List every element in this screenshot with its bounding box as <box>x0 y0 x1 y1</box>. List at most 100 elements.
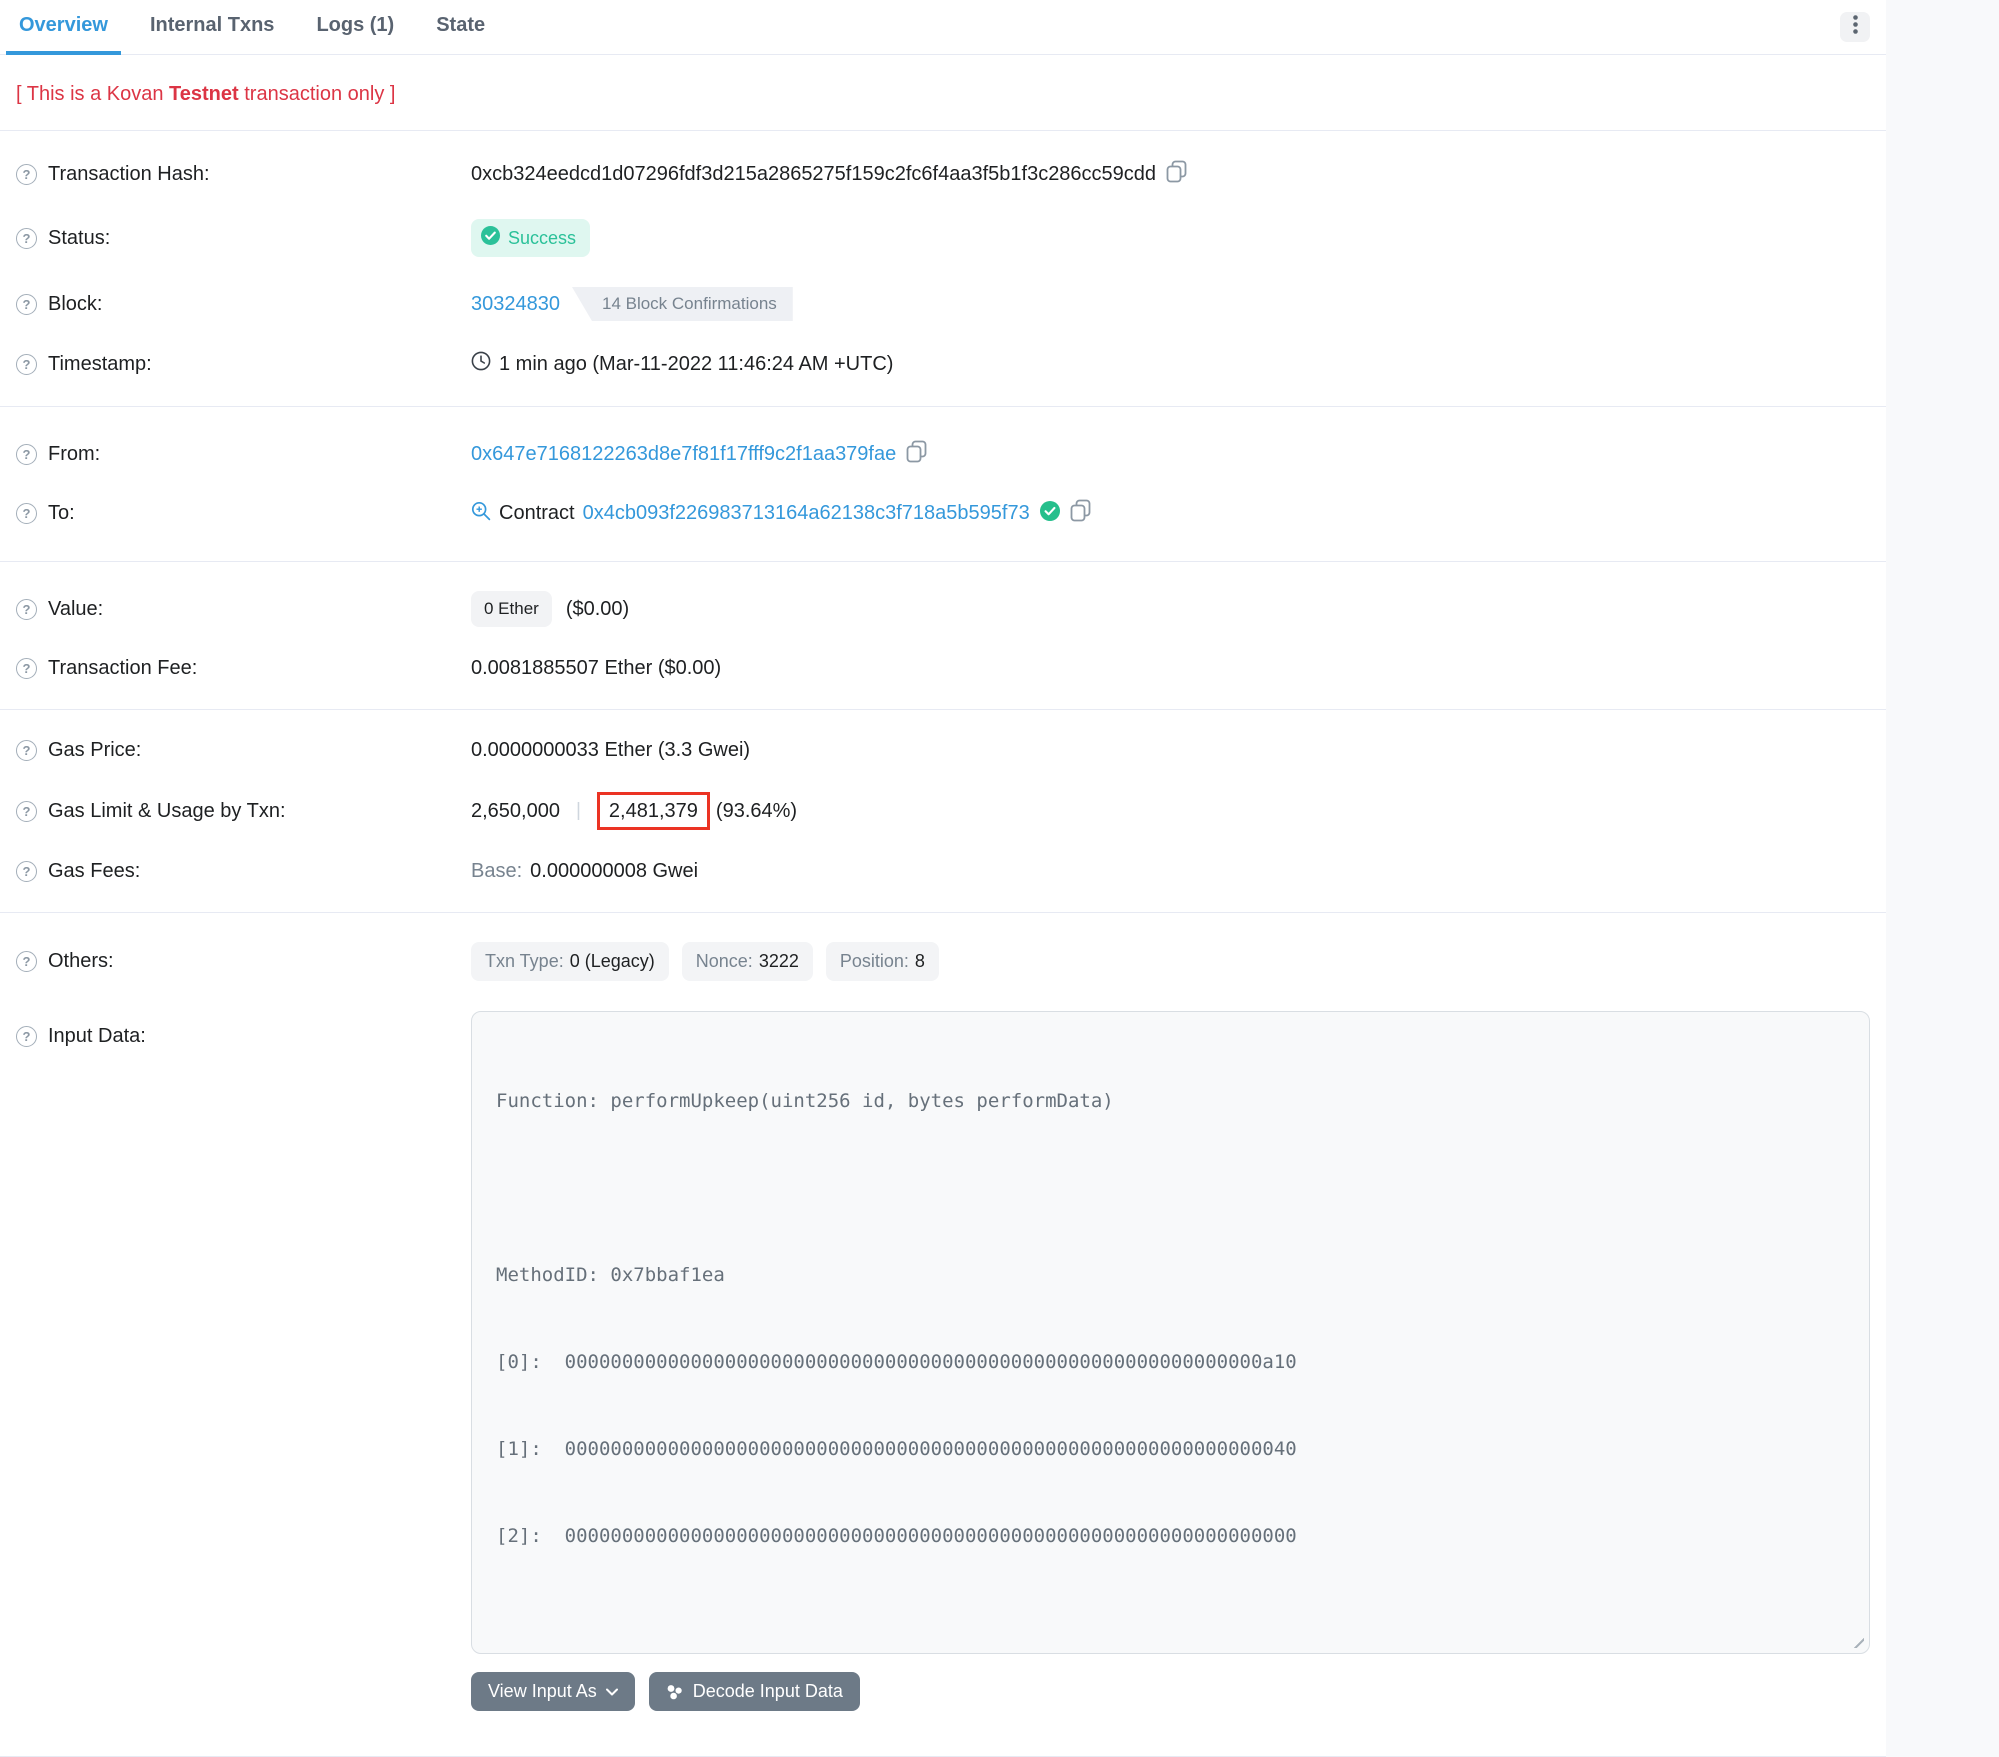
copy-from-address-button[interactable] <box>906 440 927 469</box>
help-icon[interactable] <box>16 503 37 524</box>
help-icon[interactable] <box>16 1026 37 1047</box>
input-data-actions: View Input As Decode Input Data <box>471 1672 1870 1711</box>
row-label-text: Others: <box>48 950 114 973</box>
badge-value: 0 (Legacy) <box>570 951 655 972</box>
input-function-line: Function: performUpkeep(uint256 id, byte… <box>496 1087 1845 1116</box>
decode-input-data-button[interactable]: Decode Input Data <box>649 1672 860 1711</box>
row-value: Value: 0 Ether ($0.00) <box>16 576 1870 642</box>
timestamp-value: 1 min ago (Mar-11-2022 11:46:24 AM +UTC) <box>499 353 893 376</box>
row-gas-fees: Gas Fees: Base: 0.000000008 Gwei <box>16 845 1870 898</box>
tab-overview[interactable]: Overview <box>6 0 121 55</box>
gas-used-highlight-box: 2,481,379 <box>597 792 710 830</box>
transaction-details-card: Overview Internal Txns Logs (1) State [ … <box>0 0 1886 1757</box>
help-icon[interactable] <box>16 740 37 761</box>
from-address-link[interactable]: 0x647e7168122263d8e7f81f17fff9c2f1aa379f… <box>471 443 896 466</box>
verified-contract-icon <box>1040 501 1060 527</box>
row-label-text: Input Data: <box>48 1025 146 1048</box>
row-to: To: Contract 0x4cb093f226983713164a62138… <box>16 484 1870 543</box>
copy-hash-button[interactable] <box>1166 160 1187 189</box>
row-label-text: From: <box>48 443 100 466</box>
help-icon[interactable] <box>16 951 37 972</box>
row-label-text: Transaction Fee: <box>48 657 197 680</box>
input-methodid-line: MethodID: 0x7bbaf1ea <box>496 1261 1845 1290</box>
input-param-line: [1]: 00000000000000000000000000000000000… <box>496 1435 1845 1464</box>
status-badge: Success <box>471 219 590 257</box>
row-input-data: Input Data: Function: performUpkeep(uint… <box>16 996 1870 1726</box>
transaction-hash-value: 0xcb324eedcd1d07296fdf3d215a2865275f159c… <box>471 163 1156 186</box>
input-data-textarea[interactable]: Function: performUpkeep(uint256 id, byte… <box>471 1011 1870 1654</box>
testnet-warning: [ This is a Kovan Testnet transaction on… <box>0 55 1886 131</box>
section-others-input: Others: Txn Type: 0 (Legacy) Nonce: 3222… <box>0 913 1886 1757</box>
badge-key: Position: <box>840 951 909 972</box>
section-parties: From: 0x647e7168122263d8e7f81f17fff9c2f1… <box>0 407 1886 562</box>
status-badge-text: Success <box>508 228 576 249</box>
row-transaction-fee: Transaction Fee: 0.0081885507 Ether ($0.… <box>16 642 1870 695</box>
help-icon[interactable] <box>16 354 37 375</box>
magnifier-icon <box>471 501 491 527</box>
badge-key: Txn Type: <box>485 951 564 972</box>
gas-limit-value: 2,650,000 <box>471 800 560 823</box>
gas-fees-base-label: Base: <box>471 860 522 883</box>
copy-icon <box>1166 160 1187 189</box>
txn-type-badge: Txn Type: 0 (Legacy) <box>471 942 669 981</box>
gas-limit-separator: | <box>576 800 581 822</box>
copy-icon <box>906 440 927 469</box>
help-icon[interactable] <box>16 294 37 315</box>
section-gas: Gas Price: 0.0000000033 Ether (3.3 Gwei)… <box>0 710 1886 913</box>
help-icon[interactable] <box>16 228 37 249</box>
row-label-text: Block: <box>48 293 102 316</box>
gas-fees-base-value: 0.000000008 Gwei <box>530 860 698 883</box>
gas-used-value: 2,481,379 <box>609 800 698 822</box>
decode-icon <box>666 1683 684 1701</box>
row-transaction-hash: Transaction Hash: 0xcb324eedcd1d07296fdf… <box>16 145 1870 204</box>
help-icon[interactable] <box>16 658 37 679</box>
warning-suffix: transaction only ] <box>239 83 396 105</box>
row-label-text: Transaction Hash: <box>48 163 210 186</box>
help-icon[interactable] <box>16 599 37 620</box>
block-number-link[interactable]: 30324830 <box>471 293 560 316</box>
decompile-contract-button[interactable] <box>471 501 491 527</box>
help-icon[interactable] <box>16 861 37 882</box>
more-options-button[interactable] <box>1840 12 1870 42</box>
row-others: Others: Txn Type: 0 (Legacy) Nonce: 3222… <box>16 927 1870 996</box>
section-summary: Transaction Hash: 0xcb324eedcd1d07296fdf… <box>0 131 1886 407</box>
kebab-icon <box>1853 15 1858 39</box>
badge-key: Nonce: <box>696 951 753 972</box>
blank-line <box>496 1174 1845 1203</box>
row-block: Block: 30324830 14 Block Confirmations <box>16 272 1870 336</box>
row-label-text: Gas Limit & Usage by Txn: <box>48 800 286 823</box>
row-from: From: 0x647e7168122263d8e7f81f17fff9c2f1… <box>16 425 1870 484</box>
section-value: Value: 0 Ether ($0.00) Transaction Fee: … <box>0 562 1886 710</box>
gas-price-value: 0.0000000033 Ether (3.3 Gwei) <box>471 739 750 762</box>
view-input-as-label: View Input As <box>488 1681 597 1702</box>
copy-to-address-button[interactable] <box>1070 499 1091 528</box>
clock-icon <box>471 351 491 377</box>
tab-state[interactable]: State <box>423 0 498 55</box>
row-gas-limit-usage: Gas Limit & Usage by Txn: 2,650,000 | 2,… <box>16 777 1870 845</box>
help-icon[interactable] <box>16 164 37 185</box>
tab-logs[interactable]: Logs (1) <box>303 0 407 55</box>
position-badge: Position: 8 <box>826 942 939 981</box>
to-address-link[interactable]: 0x4cb093f226983713164a62138c3f718a5b595f… <box>583 502 1030 525</box>
transaction-fee-value: 0.0081885507 Ether ($0.00) <box>471 657 721 680</box>
value-usd-text: ($0.00) <box>566 598 629 621</box>
row-label-text: Status: <box>48 227 110 250</box>
tab-internal-txns[interactable]: Internal Txns <box>137 0 287 55</box>
row-timestamp: Timestamp: 1 min ago (Mar-11-2022 11:46:… <box>16 336 1870 392</box>
row-status: Status: Success <box>16 204 1870 272</box>
resize-grip-icon[interactable] <box>1849 1633 1864 1648</box>
row-label-text: Gas Fees: <box>48 860 140 883</box>
to-type-text: Contract <box>499 502 575 525</box>
warning-network: Testnet <box>169 83 239 105</box>
view-input-as-button[interactable]: View Input As <box>471 1672 635 1711</box>
input-param-line: [2]: 00000000000000000000000000000000000… <box>496 1522 1845 1551</box>
caret-down-icon <box>606 1688 618 1696</box>
gas-used-percent: (93.64%) <box>716 800 797 823</box>
help-icon[interactable] <box>16 444 37 465</box>
row-label-text: Timestamp: <box>48 353 152 376</box>
nonce-badge: Nonce: 3222 <box>682 942 813 981</box>
help-icon[interactable] <box>16 801 37 822</box>
badge-value: 8 <box>915 951 925 972</box>
badge-value: 3222 <box>759 951 799 972</box>
row-gas-price: Gas Price: 0.0000000033 Ether (3.3 Gwei) <box>16 724 1870 777</box>
